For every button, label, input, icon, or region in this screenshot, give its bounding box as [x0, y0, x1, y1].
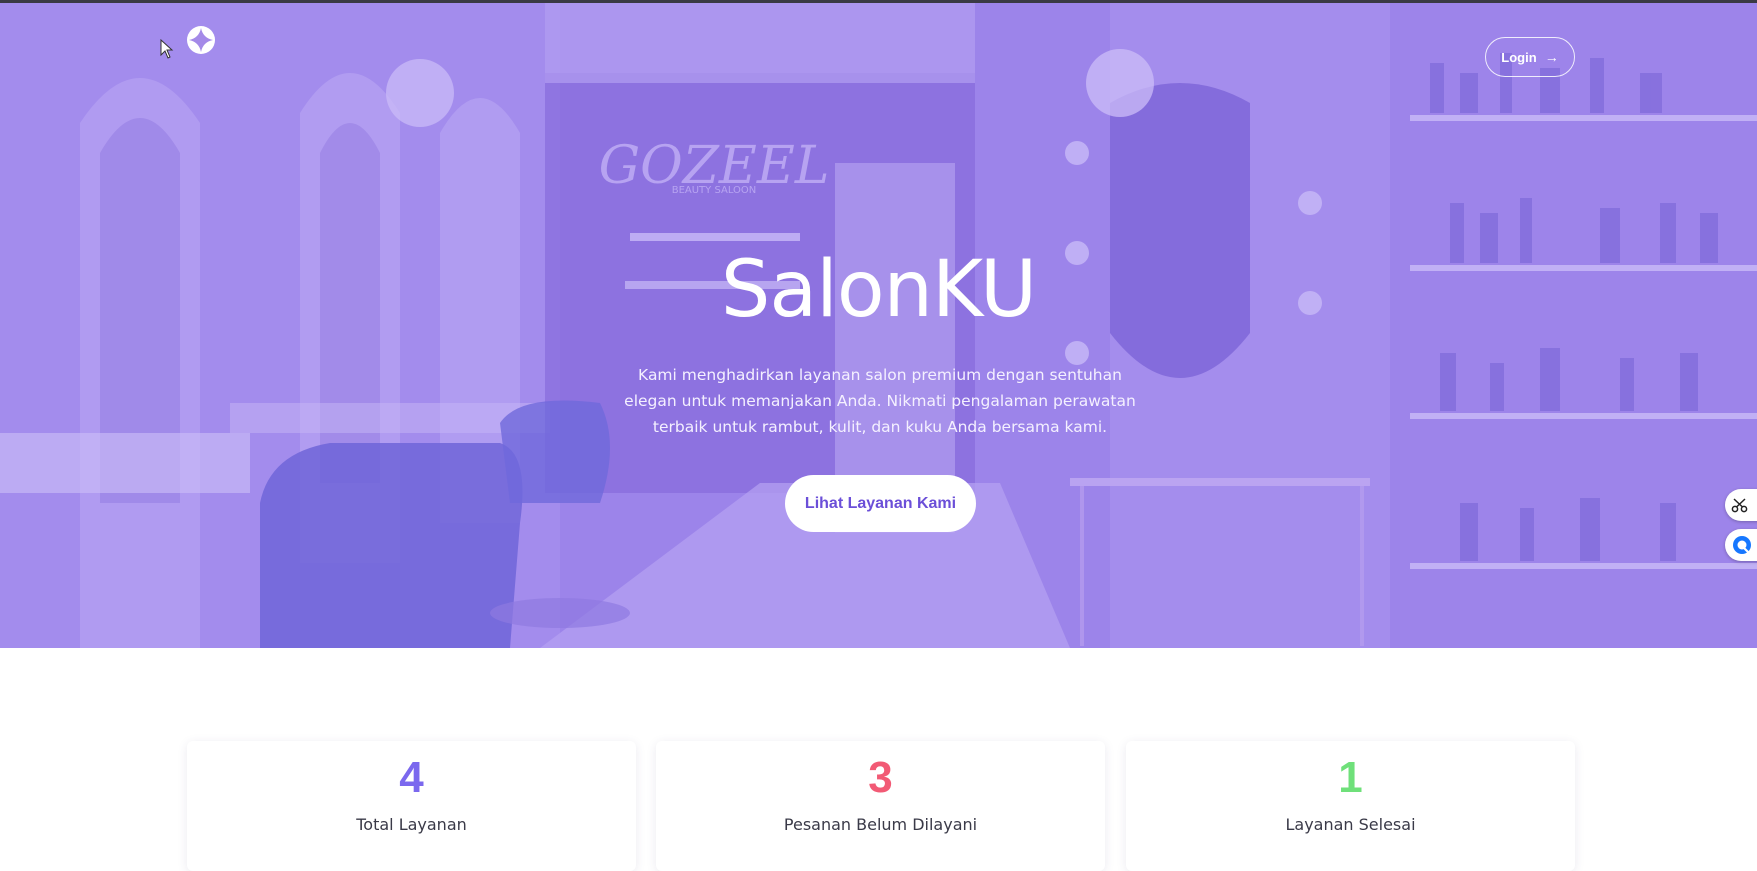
side-tool-scissors[interactable]: [1725, 489, 1757, 521]
view-services-button[interactable]: Lihat Layanan Kami: [785, 475, 976, 532]
stat-card-completed-services: 1 Layanan Selesai: [1126, 741, 1575, 871]
scissors-icon: [1731, 498, 1748, 513]
stats-section: 4 Total Layanan 3 Pesanan Belum Dilayani…: [0, 648, 1757, 871]
login-button[interactable]: Login →: [1485, 37, 1575, 77]
stat-card-pending-orders: 3 Pesanan Belum Dilayani: [656, 741, 1105, 871]
stat-label: Pesanan Belum Dilayani: [783, 815, 978, 834]
hero-section: GOZEEL BEAUTY SALOON Login → SalonKU Kam…: [0, 3, 1757, 648]
stat-value: 1: [1338, 753, 1363, 802]
window-top-border: [0, 0, 1757, 3]
side-tool-chat[interactable]: [1725, 529, 1757, 561]
mouse-cursor-icon: [160, 39, 174, 59]
salon-logo-icon[interactable]: [186, 25, 216, 55]
chat-icon: [1733, 536, 1751, 554]
hero-title: SalonKU: [720, 245, 1037, 335]
stat-value: 3: [868, 753, 893, 802]
hero-description: Kami menghadirkan layanan salon premium …: [624, 366, 1136, 436]
stat-card-total-services: 4 Total Layanan: [187, 741, 636, 871]
stat-label: Total Layanan: [356, 815, 467, 834]
arrow-right-icon: →: [1544, 49, 1559, 65]
stat-value: 4: [399, 753, 424, 802]
stat-label: Layanan Selesai: [1285, 815, 1416, 834]
login-label: Login: [1501, 49, 1537, 65]
